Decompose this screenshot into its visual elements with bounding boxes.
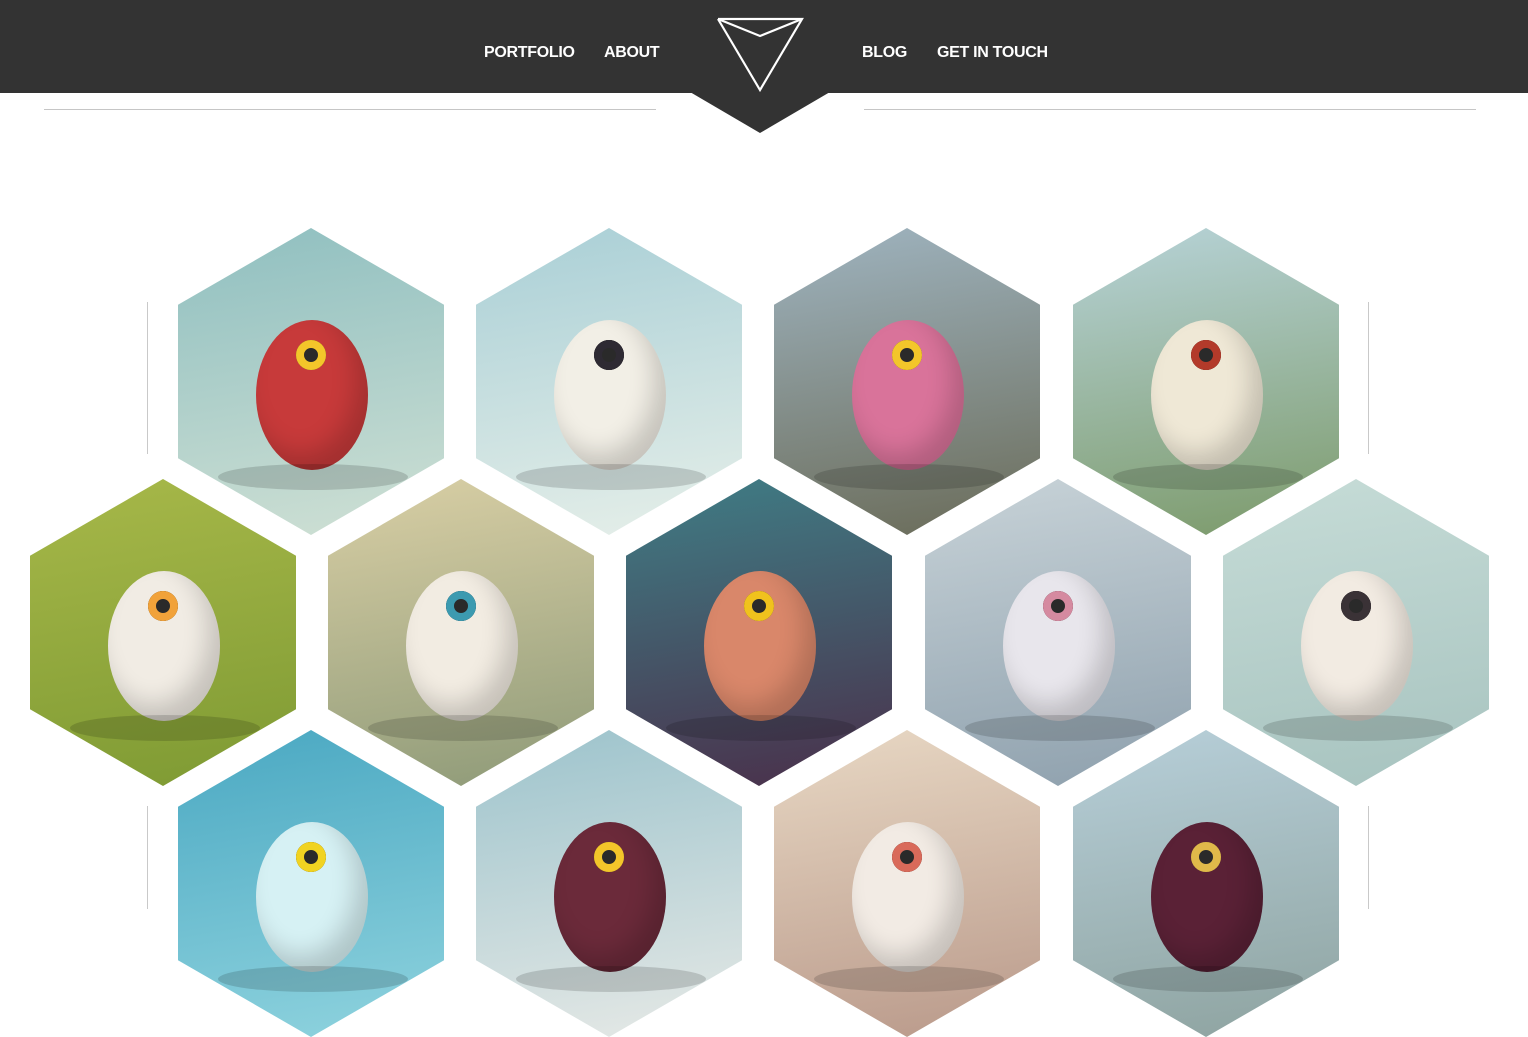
tile-creature-eye [296,340,326,370]
tile-creature-eye [892,340,922,370]
nav-get-in-touch-link[interactable]: GET IN TOUCH [937,40,1048,66]
tile-ground-shadow [1113,464,1303,490]
tile-ground-shadow [516,464,706,490]
header-rule-right [864,109,1476,110]
triangle-v-logo-icon[interactable] [714,16,806,96]
portfolio-tile-tribal-mask-monster[interactable] [476,730,742,1037]
portfolio-tile-marionette-monster[interactable] [1073,228,1339,535]
portfolio-tile-horned-yeti-pair[interactable] [925,479,1191,786]
portfolio-tile-red-cyclops-monster[interactable] [178,228,444,535]
portfolio-tile-jellyfish-scene[interactable] [178,730,444,1037]
gallery-divider-right-bottom [1368,806,1369,909]
nav-blog-link[interactable]: BLOG [862,40,907,66]
tile-creature-eye [1191,842,1221,872]
portfolio-tile-flying-sheep-monster[interactable] [476,228,742,535]
portfolio-tile-pink-cow-monster[interactable] [774,228,1040,535]
tile-ground-shadow [70,715,260,741]
nav-about-link[interactable]: ABOUT [604,40,660,66]
header-notch [690,92,830,133]
tile-ground-shadow [814,464,1004,490]
portfolio-tile-dark-horned-monster[interactable] [1073,730,1339,1037]
portfolio-tile-unicorn-on-grass[interactable] [30,479,296,786]
tile-creature-eye [148,591,178,621]
tile-ground-shadow [516,966,706,992]
tile-creature-eye [1191,340,1221,370]
tile-creature-eye [594,842,624,872]
tile-creature-eye [296,842,326,872]
tile-creature-eye [446,591,476,621]
gallery-divider-left-top [147,302,148,454]
tile-ground-shadow [666,715,856,741]
header-rule-left [44,109,656,110]
portfolio-tile-winged-creature[interactable] [774,730,1040,1037]
tile-ground-shadow [1263,715,1453,741]
tile-ground-shadow [218,464,408,490]
tile-ground-shadow [1113,966,1303,992]
tile-ground-shadow [814,966,1004,992]
tile-creature-eye [892,842,922,872]
portfolio-tile-antlered-creatures[interactable] [328,479,594,786]
gallery-divider-right-top [1368,302,1369,454]
tile-creature-eye [594,340,624,370]
tile-creature-eye [1043,591,1073,621]
nav-portfolio-link[interactable]: PORTFOLIO [484,40,575,66]
tile-ground-shadow [368,715,558,741]
tile-ground-shadow [218,966,408,992]
portfolio-tile-tentacle-octopus-scene[interactable] [626,479,892,786]
portfolio-tile-white-hooded-creature[interactable] [1223,479,1489,786]
gallery-divider-left-bottom [147,806,148,909]
tile-creature-eye [744,591,774,621]
tile-creature-eye [1341,591,1371,621]
tile-ground-shadow [965,715,1155,741]
